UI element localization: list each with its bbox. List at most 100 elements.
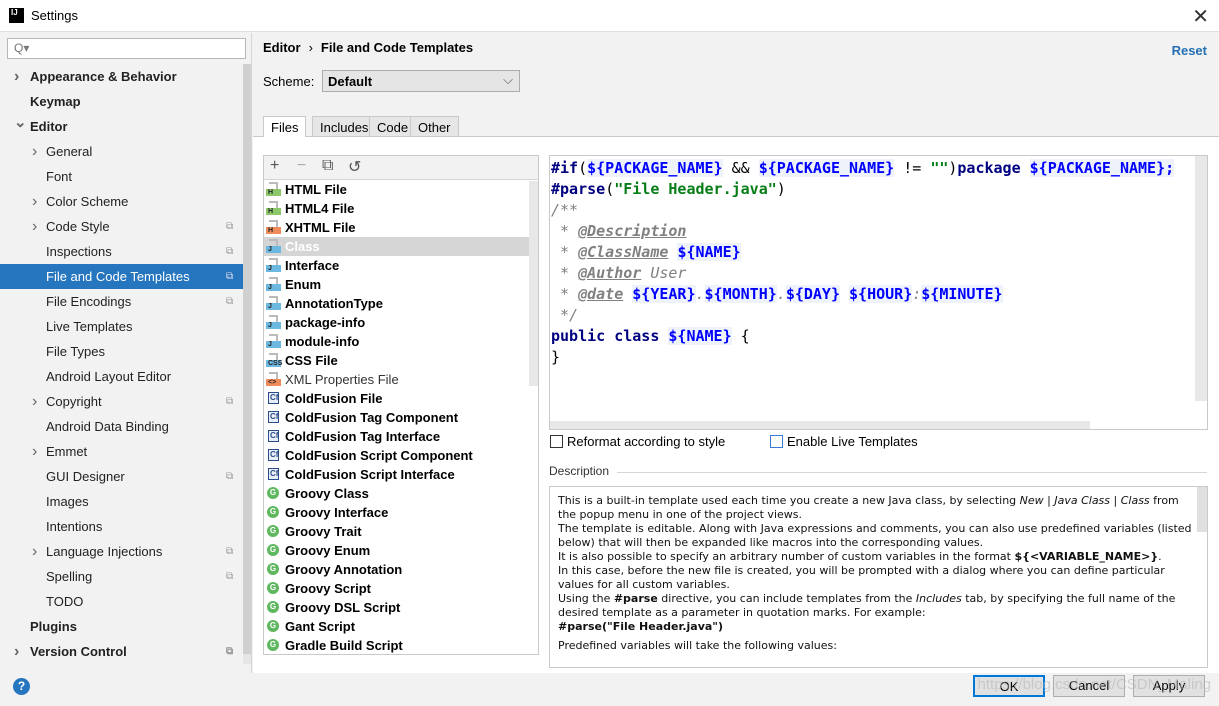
sidebar-item-general[interactable]: › General xyxy=(0,139,243,164)
editor-vertical-scrollbar[interactable] xyxy=(1195,156,1207,401)
template-item[interactable]: CSS CSS File xyxy=(264,351,538,370)
sidebar-item-spelling[interactable]: Spelling ⧉ xyxy=(0,564,243,589)
template-item[interactable]: H HTML File xyxy=(264,180,538,199)
template-item[interactable]: Jpackage-info xyxy=(264,313,538,332)
template-item[interactable]: G Groovy Script xyxy=(264,579,538,598)
template-list-scrollbar[interactable] xyxy=(529,181,538,386)
template-item[interactable]: J AnnotationType xyxy=(264,294,538,313)
code-token: * xyxy=(551,285,579,303)
sidebar-item-images[interactable]: Images xyxy=(0,489,243,514)
copy-icon[interactable]: ⧉ xyxy=(322,157,333,175)
chevron-down-icon[interactable]: ⌄ xyxy=(14,110,27,135)
sidebar-item-android-data-binding[interactable]: Android Data Binding xyxy=(0,414,243,439)
template-item[interactable]: Cf ColdFusion Script Component xyxy=(264,446,538,465)
sidebar-item-font[interactable]: Font xyxy=(0,164,243,189)
remove-icon[interactable]: − xyxy=(297,157,306,175)
close-icon[interactable]: ✕ xyxy=(1192,4,1209,29)
template-item-label: module-info xyxy=(285,334,360,349)
code-line: * @Description xyxy=(551,221,1207,242)
template-tabs: Files Includes Code Other xyxy=(253,116,1219,138)
chevron-right-icon[interactable]: › xyxy=(32,139,37,164)
code-token: ${MINUTE} xyxy=(921,285,1003,303)
text: ${<VARIABLE_NAME>} xyxy=(1014,550,1159,563)
code-token: } xyxy=(551,348,561,366)
tab-files[interactable]: Files xyxy=(263,116,307,138)
code-token: @ClassName xyxy=(578,243,669,261)
chevron-right-icon[interactable]: › xyxy=(32,439,37,464)
chevron-right-icon[interactable]: › xyxy=(14,64,19,89)
tab-content: + − ⧉ ↺ H HTML File H HTML4 File H XHTML File… xyxy=(253,137,1219,673)
template-item[interactable]: J Enum xyxy=(264,275,538,294)
sidebar-item-intentions[interactable]: Intentions xyxy=(0,514,243,539)
sidebar-item-android-layout-editor[interactable]: Android Layout Editor xyxy=(0,364,243,389)
sidebar-item-file-encodings[interactable]: File Encodings ⧉ xyxy=(0,289,243,314)
template-item[interactable]: Cf ColdFusion Script Interface xyxy=(264,465,538,484)
template-item[interactable]: G Groovy DSL Script xyxy=(264,598,538,617)
template-item[interactable]: Cf ColdFusion Tag Component xyxy=(264,408,538,427)
breadcrumb: Editor › File and Code Templates xyxy=(263,40,473,55)
sidebar-item-gui-designer[interactable]: GUI Designer ⧉ xyxy=(0,464,243,489)
template-item[interactable]: J Class xyxy=(264,237,538,256)
editor-horizontal-scrollbar[interactable] xyxy=(550,421,1090,429)
sidebar-item-appearance-behavior[interactable]: › Appearance & Behavior xyxy=(0,64,243,89)
coldfusion-file-icon: Cf xyxy=(268,468,279,480)
search-input[interactable]: Q▾ xyxy=(7,38,246,59)
template-item[interactable]: G Gradle Build Script xyxy=(264,636,538,655)
tab-includes[interactable]: Includes xyxy=(312,116,377,137)
scheme-select[interactable]: Default ⌵ xyxy=(322,70,520,92)
help-icon[interactable]: ? xyxy=(13,678,30,695)
sidebar-item-keymap[interactable]: Keymap xyxy=(0,89,243,114)
sidebar-item-version-control[interactable]: › Version Control ⧉ xyxy=(0,639,243,664)
sidebar-item-todo[interactable]: TODO xyxy=(0,589,243,614)
template-code-editor[interactable]: #if(${PACKAGE_NAME} && ${PACKAGE_NAME} !… xyxy=(549,155,1208,430)
add-icon[interactable]: + xyxy=(270,157,279,175)
template-item[interactable]: <> XML Properties File xyxy=(264,370,538,389)
template-item[interactable]: H XHTML File xyxy=(264,218,538,237)
chevron-right-icon[interactable]: › xyxy=(32,214,37,239)
sidebar-item-language-injections[interactable]: › Language Injections ⧉ xyxy=(0,539,243,564)
sidebar-item-emmet[interactable]: › Emmet xyxy=(0,439,243,464)
code-token: /** xyxy=(551,201,579,219)
chevron-right-icon[interactable]: › xyxy=(32,539,37,564)
sidebar-item-plugins[interactable]: Plugins xyxy=(0,614,243,639)
template-item[interactable]: J Interface xyxy=(264,256,538,275)
live-templates-checkbox[interactable]: Enable Live Templates xyxy=(770,434,918,449)
template-item[interactable]: G Groovy Annotation xyxy=(264,560,538,579)
template-item[interactable]: Cf ColdFusion File xyxy=(264,389,538,408)
chevron-right-icon[interactable]: › xyxy=(32,189,37,214)
template-item[interactable]: Jmodule-info xyxy=(264,332,538,351)
reset-template-icon[interactable]: ↺ xyxy=(348,157,361,177)
reformat-checkbox[interactable]: Reformat according to style xyxy=(550,434,725,449)
description-scrollbar[interactable] xyxy=(1197,487,1207,532)
watermark: https://blog.csdn.net/CSDN_Maling xyxy=(977,676,1211,693)
project-scope-icon: ⧉ xyxy=(226,221,234,232)
template-item-label: Enum xyxy=(285,277,322,292)
template-item[interactable]: G Groovy Class xyxy=(264,484,538,503)
template-item[interactable]: G Groovy Interface xyxy=(264,503,538,522)
desc-p2: The template is editable. Along with Jav… xyxy=(558,522,1192,549)
sidebar-item-editor[interactable]: ⌄ Editor xyxy=(0,114,243,139)
chevron-right-icon[interactable]: › xyxy=(14,639,19,664)
chevron-right-icon[interactable]: › xyxy=(32,389,37,414)
sidebar-item-copyright[interactable]: › Copyright ⧉ xyxy=(0,389,243,414)
breadcrumb-parent[interactable]: Editor xyxy=(263,40,301,55)
sidebar-item-code-style[interactable]: › Code Style ⧉ xyxy=(0,214,243,239)
sidebar-item-file-types[interactable]: File Types xyxy=(0,339,243,364)
groovy-file-icon: G xyxy=(267,544,279,556)
sidebar-item-inspections[interactable]: Inspections ⧉ xyxy=(0,239,243,264)
sidebar-item-color-scheme[interactable]: › Color Scheme xyxy=(0,189,243,214)
template-item[interactable]: G Groovy Enum xyxy=(264,541,538,560)
template-item[interactable]: H HTML4 File xyxy=(264,199,538,218)
text: New | Java Class | Class xyxy=(1019,494,1150,507)
checkbox-box[interactable] xyxy=(550,435,563,448)
sidebar-item-file-and-code-templates[interactable]: File and Code Templates ⧉ xyxy=(0,264,243,289)
sidebar-item-live-templates[interactable]: Live Templates xyxy=(0,314,243,339)
template-item[interactable]: Cf ColdFusion Tag Interface xyxy=(264,427,538,446)
template-item[interactable]: G Groovy Trait xyxy=(264,522,538,541)
sidebar-scrollbar-thumb[interactable] xyxy=(243,64,251,654)
tab-other[interactable]: Other xyxy=(410,116,459,137)
code-token: : xyxy=(912,285,922,303)
reset-link[interactable]: Reset xyxy=(1172,43,1207,58)
template-item[interactable]: G Gant Script xyxy=(264,617,538,636)
checkbox-box[interactable] xyxy=(770,435,783,448)
